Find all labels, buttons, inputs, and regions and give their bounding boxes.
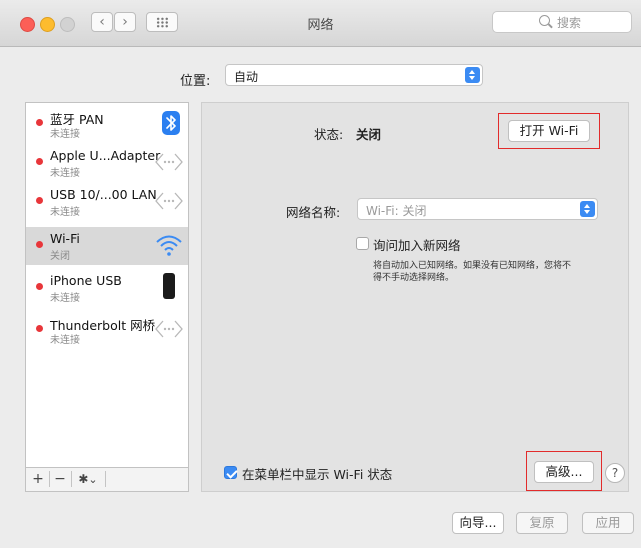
- show-in-menubar-checkbox[interactable]: [224, 466, 237, 479]
- service-item-wifi[interactable]: Wi-Fi 关闭: [26, 227, 188, 265]
- ask-join-label: 询问加入新网络: [373, 238, 461, 253]
- service-item-usb-lan[interactable]: USB 10/...00 LAN 未连接: [26, 183, 188, 221]
- location-label: 位置:: [180, 74, 211, 89]
- action-menu-button[interactable]: ✱⌄: [74, 470, 102, 488]
- service-item-apple-usb-adapter[interactable]: Apple U...Adapter 未连接: [26, 144, 188, 182]
- status-dot: [36, 119, 43, 126]
- service-status: 关闭: [50, 251, 70, 262]
- add-service-button[interactable]: +: [30, 470, 46, 488]
- search-field[interactable]: 搜索: [492, 11, 632, 33]
- ask-join-description: 得不手动选择网络。: [373, 273, 455, 283]
- status-dot: [36, 325, 43, 332]
- service-list-toolbar: + − ✱⌄: [25, 468, 189, 492]
- ask-join-checkbox[interactable]: [356, 237, 369, 250]
- service-item-bluetooth-pan[interactable]: 蓝牙 PAN 未连接: [26, 105, 188, 143]
- service-status: 未连接: [50, 207, 80, 218]
- detail-panel: [201, 102, 629, 492]
- service-status: 未连接: [50, 129, 80, 140]
- search-placeholder: 搜索: [557, 16, 582, 30]
- assist-me-button[interactable]: 向导...: [452, 512, 504, 534]
- ethernet-icon: [154, 315, 184, 343]
- turn-on-wifi-button[interactable]: 打开 Wi-Fi: [508, 120, 590, 142]
- service-name: iPhone USB: [50, 273, 122, 288]
- network-name-label: 网络名称:: [286, 205, 341, 220]
- service-name: Apple U...Adapter: [50, 148, 161, 163]
- service-status: 未连接: [50, 293, 80, 304]
- service-name: Wi-Fi: [50, 231, 80, 246]
- divider: [49, 471, 50, 487]
- location-value: 自动: [234, 70, 259, 84]
- remove-service-button[interactable]: −: [52, 470, 68, 488]
- network-name-select[interactable]: Wi-Fi: 关闭: [357, 198, 598, 220]
- updown-arrows-icon: [465, 67, 480, 83]
- apply-button[interactable]: 应用: [582, 512, 634, 534]
- help-button[interactable]: ?: [605, 463, 625, 483]
- revert-button[interactable]: 复原: [516, 512, 568, 534]
- ethernet-icon: [154, 187, 184, 215]
- service-status: 未连接: [50, 335, 80, 346]
- service-item-thunderbolt-bridge[interactable]: Thunderbolt 网桥 未连接: [26, 311, 188, 349]
- bluetooth-icon: [154, 109, 184, 137]
- status-dot: [36, 158, 43, 165]
- service-name: USB 10/...00 LAN: [50, 187, 157, 202]
- wifi-icon: [154, 231, 184, 259]
- advanced-button[interactable]: 高级...: [534, 461, 594, 483]
- status-dot: [36, 241, 43, 248]
- status-dot: [36, 197, 43, 204]
- ethernet-icon: [154, 148, 184, 176]
- gear-icon: ✱: [78, 472, 89, 486]
- service-status: 未连接: [50, 168, 80, 179]
- status-dot: [36, 283, 43, 290]
- show-in-menubar-label: 在菜单栏中显示 Wi-Fi 状态: [242, 467, 393, 482]
- iphone-icon: [154, 273, 184, 301]
- service-list: 蓝牙 PAN 未连接 Apple U...Adapter 未连接 USB 10/…: [25, 102, 189, 468]
- divider: [71, 471, 72, 487]
- network-name-value: Wi-Fi: 关闭: [366, 204, 427, 218]
- status-value: 关闭: [356, 127, 382, 142]
- service-item-iphone-usb[interactable]: iPhone USB 未连接: [26, 269, 188, 307]
- location-select[interactable]: 自动: [225, 64, 483, 86]
- chevron-down-icon: ⌄: [88, 473, 98, 486]
- search-icon: [539, 15, 550, 26]
- status-label: 状态:: [314, 127, 344, 142]
- divider: [105, 471, 106, 487]
- updown-arrows-icon: [580, 201, 595, 217]
